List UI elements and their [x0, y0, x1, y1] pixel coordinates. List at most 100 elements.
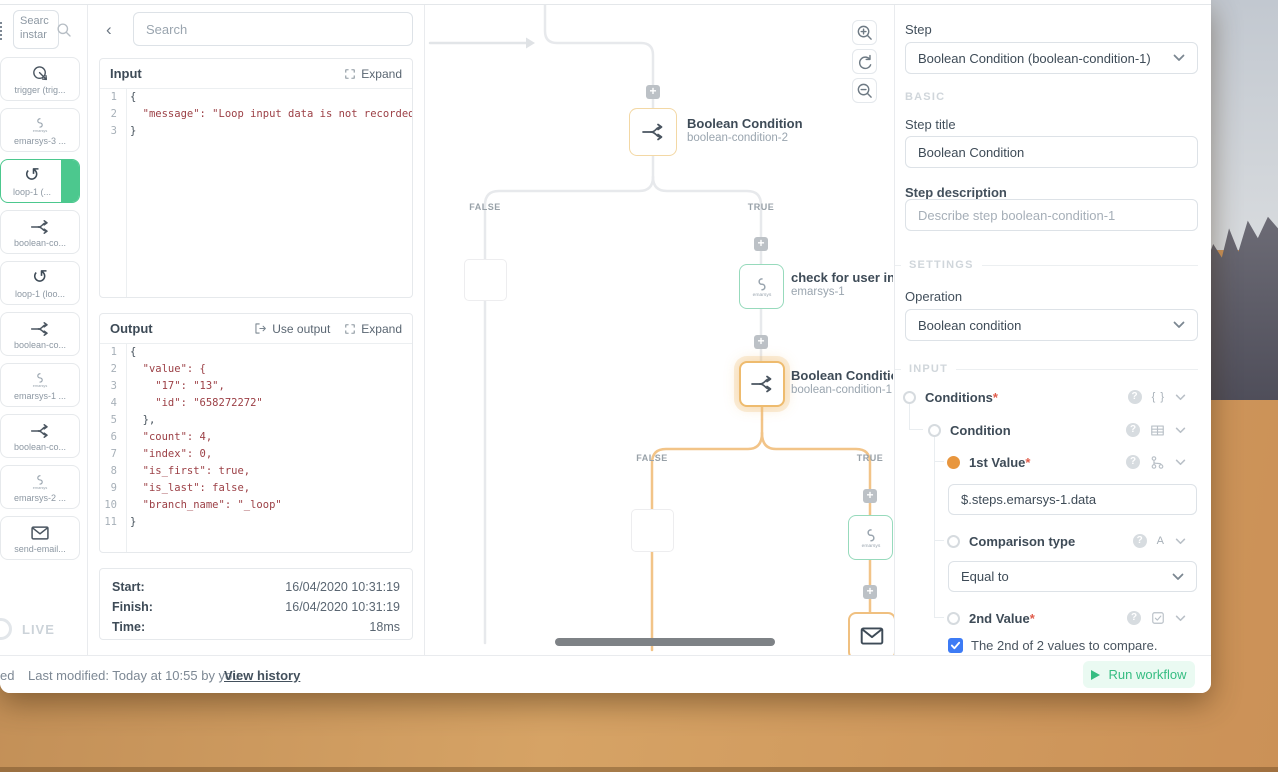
desktop: Searc instar trigger (trig... emarsys-3 … — [0, 0, 1278, 772]
reset-view-button[interactable] — [852, 49, 877, 74]
add-step-icon[interactable]: + — [754, 237, 768, 251]
run-stats: Start:16/04/2020 10:31:19 Finish:16/04/2… — [99, 568, 413, 640]
status-bar: ed Last modified: Today at 10:55 by you … — [0, 655, 1211, 693]
add-step-icon[interactable]: + — [646, 85, 660, 99]
sidebar-item-trigger[interactable]: trigger (trig... — [0, 57, 80, 101]
step-title-label: Step title — [905, 117, 956, 132]
wallpaper-sky — [1206, 0, 1278, 250]
sidebar-item-boolean-condition[interactable]: boolean-co... — [0, 210, 80, 254]
flow-type-icon — [1150, 455, 1165, 470]
node-emarsys-1[interactable] — [739, 264, 784, 309]
help-icon[interactable]: ? — [1127, 611, 1141, 625]
back-chevron-icon[interactable]: ‹ — [106, 21, 112, 38]
emarsys-icon — [858, 525, 884, 551]
radio-icon-selected[interactable] — [947, 456, 960, 469]
help-icon[interactable]: ? — [1133, 534, 1147, 548]
step-title-input[interactable] — [905, 136, 1198, 168]
help-icon[interactable]: ? — [1128, 390, 1142, 404]
conditions-row[interactable]: Conditions* ? { } — [903, 388, 1198, 406]
first-value-input[interactable] — [948, 484, 1197, 515]
zoom-in-button[interactable] — [852, 20, 877, 45]
expand-icon — [344, 68, 356, 80]
view-history-link[interactable]: View history — [224, 668, 300, 683]
start-value: 16/04/2020 10:31:19 — [285, 579, 400, 595]
sidebar-search-input[interactable]: Searc instar — [13, 10, 59, 49]
node-boolean-condition-1[interactable] — [739, 361, 785, 407]
radio-icon[interactable] — [903, 391, 916, 404]
branch-icon — [30, 319, 50, 339]
branch-icon — [30, 421, 50, 441]
use-output-icon — [254, 322, 267, 335]
sidebar-item-emarsys-3[interactable]: emarsys-3 ... — [0, 108, 80, 152]
radio-icon[interactable] — [947, 535, 960, 548]
time-value: 18ms — [369, 619, 400, 635]
zoom-out-button[interactable] — [852, 78, 877, 103]
comparison-type-select[interactable]: Equal to — [948, 561, 1197, 592]
condition-row[interactable]: Condition ? — [928, 421, 1198, 439]
operation-select[interactable]: Boolean condition — [905, 309, 1198, 341]
finish-value: 16/04/2020 10:31:19 — [285, 599, 400, 615]
use-output-button[interactable]: Use output — [254, 322, 330, 336]
node-boolean-condition-2[interactable] — [629, 108, 677, 156]
expand-icon — [344, 323, 356, 335]
add-step-icon[interactable]: + — [863, 585, 877, 599]
radio-icon[interactable] — [928, 424, 941, 437]
branch-icon — [750, 372, 774, 396]
chevron-down-icon — [1173, 54, 1185, 62]
run-workflow-button[interactable]: Run workflow — [1083, 661, 1195, 688]
sidebar-item-loop-1b[interactable]: ↺ loop-1 (loo... — [0, 261, 80, 305]
search-input[interactable] — [133, 12, 413, 46]
array-type-icon: { } — [1152, 391, 1165, 403]
output-panel: Output Use output Expand 1{ — [99, 313, 413, 553]
chevron-down-icon — [1172, 573, 1184, 581]
node-emarsys-2[interactable] — [848, 515, 893, 560]
first-value-row[interactable]: 1st Value* ? — [947, 453, 1198, 471]
node-label: Boolean Condition boolean-condition-1 — [791, 368, 893, 397]
basic-section-header: BASIC — [905, 91, 945, 103]
empty-branch-slot[interactable] — [464, 259, 507, 301]
step-select[interactable]: Boolean Condition (boolean-condition-1) — [905, 42, 1198, 74]
step-description-input[interactable] — [905, 199, 1198, 231]
branch-label-true: TRUE — [857, 453, 884, 463]
sidebar-item-loop-1[interactable]: ↺ loop-1 (... — [0, 159, 80, 203]
saved-status-fragment: ed — [0, 668, 14, 683]
emarsys-icon — [30, 115, 50, 135]
radio-icon[interactable] — [947, 612, 960, 625]
branch-label-false: FALSE — [469, 202, 501, 212]
second-value-hint: The 2nd of 2 values to compare. — [971, 638, 1157, 653]
chevron-down-icon[interactable] — [1175, 394, 1186, 401]
chevron-down-icon — [1173, 321, 1185, 329]
help-icon[interactable]: ? — [1126, 423, 1140, 437]
sidebar-item-emarsys-2[interactable]: emarsys-2 ... — [0, 465, 80, 509]
sidebar-item-boolean-condition-2[interactable]: boolean-co... — [0, 312, 80, 356]
chevron-down-icon[interactable] — [1175, 427, 1186, 434]
trigger-icon — [30, 64, 50, 84]
sidebar-item-boolean-condition-3[interactable]: boolean-co... — [0, 414, 80, 458]
selected-indicator — [61, 160, 79, 202]
horizontal-scrollbar[interactable] — [555, 638, 775, 646]
empty-branch-slot[interactable] — [631, 509, 674, 552]
add-step-icon[interactable]: + — [863, 489, 877, 503]
chevron-down-icon[interactable] — [1175, 538, 1186, 545]
second-value-checkbox[interactable] — [948, 638, 963, 653]
menu-icon[interactable] — [0, 22, 2, 40]
live-toggle[interactable]: LIVE — [0, 618, 55, 640]
input-code-editor[interactable]: 1{ 2 "message": "Loop input data is not … — [100, 89, 412, 298]
chevron-down-icon[interactable] — [1175, 615, 1186, 622]
help-icon[interactable]: ? — [1126, 455, 1140, 469]
comparison-type-row[interactable]: Comparison type ? A — [947, 532, 1198, 550]
email-icon — [859, 623, 885, 649]
sidebar-item-emarsys-1[interactable]: emarsys-1 ... — [0, 363, 80, 407]
node-send-email[interactable] — [848, 612, 895, 655]
check-icon — [950, 640, 961, 651]
workflow-canvas[interactable]: FALSE TRUE FALSE TRUE + + + + + Boolean … — [425, 5, 895, 655]
step-config-panel: Step Boolean Condition (boolean-conditio… — [895, 5, 1211, 655]
expand-button[interactable]: Expand — [344, 67, 402, 81]
sidebar-item-send-email[interactable]: send-email... — [0, 516, 80, 560]
add-step-icon[interactable]: + — [754, 335, 768, 349]
expand-button[interactable]: Expand — [344, 322, 402, 336]
second-value-row[interactable]: 2nd Value* ? — [947, 609, 1198, 627]
chevron-down-icon[interactable] — [1175, 459, 1186, 466]
node-label: check for user in a s emarsys-1 — [791, 270, 893, 299]
output-code-editor[interactable]: 1{ 2 "value": { 3 "17": "13", 4 "id": "6… — [100, 344, 412, 553]
